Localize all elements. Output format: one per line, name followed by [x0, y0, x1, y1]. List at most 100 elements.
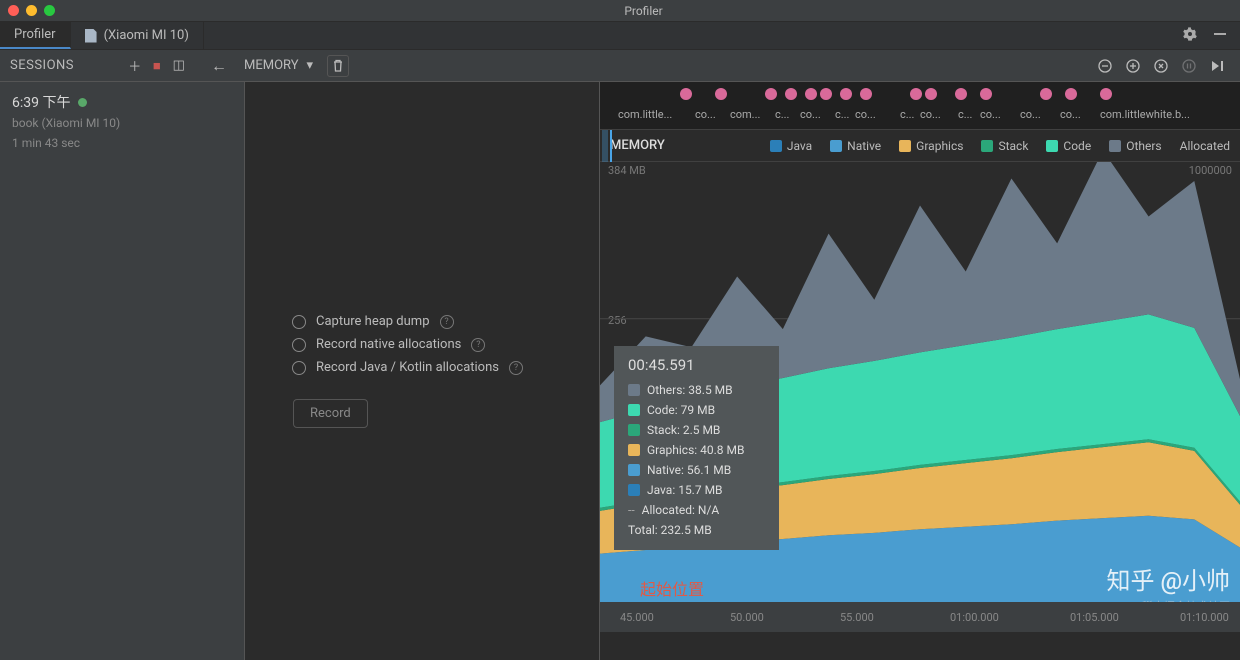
- event-dot[interactable]: [715, 88, 727, 100]
- legend-stack[interactable]: Stack: [981, 139, 1028, 153]
- event-dot[interactable]: [1100, 88, 1112, 100]
- zoom-in-icon[interactable]: [1122, 55, 1144, 77]
- zoom-out-icon[interactable]: [1094, 55, 1116, 77]
- event-label: com...: [730, 108, 760, 121]
- event-dot[interactable]: [805, 88, 817, 100]
- capture-heap-dump[interactable]: Capture heap dump ?: [292, 314, 552, 329]
- event-dot[interactable]: [1065, 88, 1077, 100]
- add-session-icon[interactable]: ＋: [124, 55, 146, 77]
- time-tick: 45.000: [620, 611, 654, 624]
- chart-title: MEMORY: [610, 138, 665, 153]
- back-icon[interactable]: ←: [208, 55, 230, 77]
- event-label: co...: [920, 108, 941, 121]
- event-dot[interactable]: [910, 88, 922, 100]
- gear-icon[interactable]: [1182, 26, 1198, 46]
- option-label: Record Java / Kotlin allocations: [316, 360, 499, 375]
- profiler-type-dropdown[interactable]: MEMORY ▾: [236, 58, 321, 73]
- file-icon: [85, 29, 97, 43]
- tooltip-row: Java: 15.7 MB: [628, 480, 765, 500]
- event-dot[interactable]: [785, 88, 797, 100]
- legend-code[interactable]: Code: [1046, 139, 1091, 153]
- tooltip-total: Total: 232.5 MB: [628, 523, 712, 537]
- minimize-icon[interactable]: [26, 5, 37, 16]
- chart-legend: MEMORY Java Native Graphics Stack Code O…: [600, 130, 1240, 162]
- event-dot[interactable]: [980, 88, 992, 100]
- tab-label: (Xiaomi MI 10): [104, 28, 189, 43]
- session-time: 6:39 下午: [12, 95, 70, 111]
- record-button[interactable]: Record: [293, 399, 368, 428]
- legend-native[interactable]: Native: [830, 139, 881, 153]
- tab-bar: Profiler (Xiaomi MI 10): [0, 22, 1240, 50]
- tooltip-row: Native: 56.1 MB: [628, 460, 765, 480]
- record-native-allocations[interactable]: Record native allocations ?: [292, 337, 552, 352]
- sessions-header: SESSIONS ＋ ■ ◫: [0, 55, 200, 77]
- maximize-icon[interactable]: [44, 5, 55, 16]
- time-tick: 55.000: [840, 611, 874, 624]
- option-label: Record native allocations: [316, 337, 461, 352]
- record-java-kotlin-allocations[interactable]: Record Java / Kotlin allocations ?: [292, 360, 552, 375]
- window-title: Profiler: [55, 4, 1232, 18]
- tooltip-time: 00:45.591: [628, 356, 765, 374]
- tooltip-row: Graphics: 40.8 MB: [628, 440, 765, 460]
- hide-icon[interactable]: [1212, 26, 1228, 46]
- event-label: co...: [855, 108, 876, 121]
- event-label: c...: [958, 108, 972, 121]
- tooltip-row: Code: 79 MB: [628, 400, 765, 420]
- tab-profiler[interactable]: Profiler: [0, 22, 71, 49]
- event-dot[interactable]: [820, 88, 832, 100]
- event-label: co...: [1020, 108, 1041, 121]
- event-label: c...: [775, 108, 789, 121]
- session-item[interactable]: 6:39 下午 book (Xiaomi MI 10) 1 min 43 sec: [12, 92, 232, 153]
- tooltip-row: Others: 38.5 MB: [628, 380, 765, 400]
- stop-session-icon[interactable]: ■: [146, 55, 168, 77]
- event-dot[interactable]: [925, 88, 937, 100]
- dropdown-label: MEMORY: [244, 58, 299, 73]
- time-tick: 50.000: [730, 611, 764, 624]
- tab-label: Profiler: [14, 27, 56, 42]
- chart-tooltip: 00:45.591 Others: 38.5 MBCode: 79 MBStac…: [614, 346, 779, 550]
- event-label: co...: [800, 108, 821, 121]
- help-icon[interactable]: ?: [471, 338, 485, 352]
- session-name: book (Xiaomi MI 10): [12, 114, 232, 133]
- sessions-label: SESSIONS: [10, 58, 124, 73]
- close-icon[interactable]: [8, 5, 19, 16]
- toolbar: SESSIONS ＋ ■ ◫ ← MEMORY ▾: [0, 50, 1240, 82]
- help-icon[interactable]: ?: [440, 315, 454, 329]
- event-dot[interactable]: [955, 88, 967, 100]
- event-label: com.littlewhite.b...: [1100, 108, 1190, 121]
- time-tick: 01:05.000: [1070, 611, 1119, 624]
- event-dot[interactable]: [765, 88, 777, 100]
- legend-allocated[interactable]: Allocated: [1180, 139, 1230, 153]
- legend-graphics[interactable]: Graphics: [899, 139, 963, 153]
- event-dot[interactable]: [860, 88, 872, 100]
- time-tick: 01:00.000: [950, 611, 999, 624]
- watermark: 知乎 @小帅: [1107, 561, 1231, 596]
- event-dot[interactable]: [840, 88, 852, 100]
- radio-icon: [292, 315, 306, 329]
- radio-icon: [292, 338, 306, 352]
- legend-others[interactable]: Others: [1109, 139, 1161, 153]
- event-track: com.little... co... com... c... co... c.…: [600, 82, 1240, 130]
- titlebar: Profiler: [0, 0, 1240, 22]
- legend-java[interactable]: Java: [770, 139, 812, 153]
- panel-icon[interactable]: ◫: [168, 55, 190, 77]
- tab-device[interactable]: (Xiaomi MI 10): [71, 22, 204, 49]
- trash-icon[interactable]: [327, 55, 349, 77]
- event-label: co...: [695, 108, 716, 121]
- event-label: c...: [900, 108, 914, 121]
- window-controls: [8, 5, 55, 16]
- live-indicator-icon: [78, 98, 87, 107]
- event-label: com.little...: [618, 108, 672, 121]
- record-label: Record: [310, 406, 351, 421]
- capture-panel: Capture heap dump ? Record native alloca…: [245, 82, 600, 660]
- zoom-reset-icon[interactable]: [1150, 55, 1172, 77]
- event-dot[interactable]: [680, 88, 692, 100]
- event-label: co...: [980, 108, 1001, 121]
- tooltip-allocated: Allocated: N/A: [642, 503, 720, 517]
- chart-area: com.little... co... com... c... co... c.…: [600, 82, 1240, 660]
- event-dot[interactable]: [1040, 88, 1052, 100]
- memory-chart[interactable]: 384 MB 1000000 256 00:45.591 Others: 38.…: [600, 162, 1240, 632]
- help-icon[interactable]: ?: [509, 361, 523, 375]
- go-live-icon[interactable]: [1206, 55, 1228, 77]
- time-axis: 45.000 50.000 55.000 01:00.000 01:05.000…: [600, 602, 1240, 632]
